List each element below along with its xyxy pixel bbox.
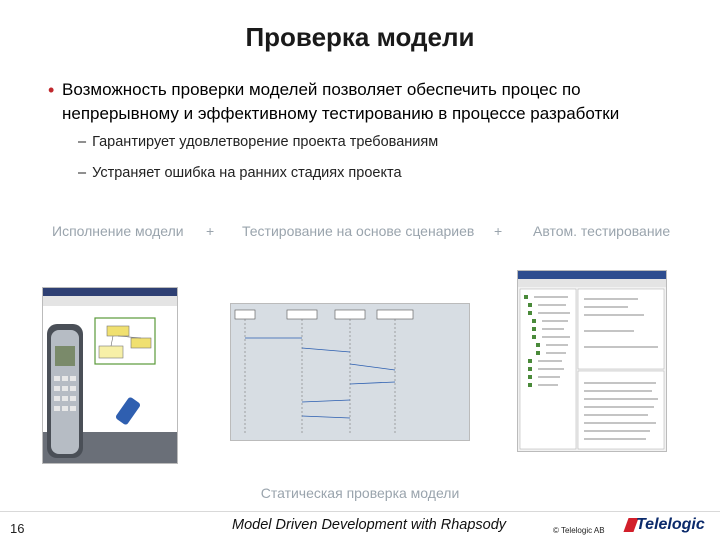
model-execution-screenshot xyxy=(42,287,178,464)
main-bullet: • Возможность проверки моделей позволяет… xyxy=(48,78,688,126)
bullet-dot-icon: • xyxy=(48,80,55,100)
logo-text: Telelogic xyxy=(636,516,705,533)
sub-item: – Устраняет ошибка на ранних стадиях прое… xyxy=(78,165,402,181)
sub-item: – Гарантирует удовлетворение проекта треб… xyxy=(78,134,438,150)
heading-model-execution: Исполнение модели xyxy=(52,223,184,239)
dash-icon: – xyxy=(78,165,87,181)
static-check-caption: Статическая проверка модели xyxy=(260,485,460,501)
footer-divider xyxy=(0,511,720,512)
sequence-diagram-icon xyxy=(231,304,469,440)
main-bullet-text: Возможность проверки моделей позволяет о… xyxy=(62,80,620,123)
heading-plus: + xyxy=(494,223,503,239)
automated-testing-icon xyxy=(518,271,666,450)
column-headings: Исполнение модели + Тестирование на осно… xyxy=(52,223,692,243)
model-execution-icon xyxy=(43,288,177,463)
page-number: 16 xyxy=(10,521,25,536)
heading-plus: + xyxy=(206,223,215,239)
heading-auto-testing: Автом. тестирование xyxy=(533,223,671,239)
sub-item-text: Гарантирует удовлетворение проекта требо… xyxy=(92,134,439,150)
dash-icon: – xyxy=(78,134,87,150)
footer-title: Model Driven Development with Rhapsody xyxy=(232,517,507,533)
sequence-diagram-screenshot xyxy=(230,303,470,441)
telelogic-logo: Telelogic xyxy=(623,516,714,536)
automated-testing-screenshot xyxy=(517,270,667,452)
sub-item-text: Устраняет ошибка на ранних стадиях проек… xyxy=(92,165,402,181)
copyright-text: © Telelogic AB xyxy=(553,526,605,535)
slide-title: Проверка модели xyxy=(245,22,475,52)
heading-scenario-testing: Тестирование на основе сценариев xyxy=(242,223,475,239)
